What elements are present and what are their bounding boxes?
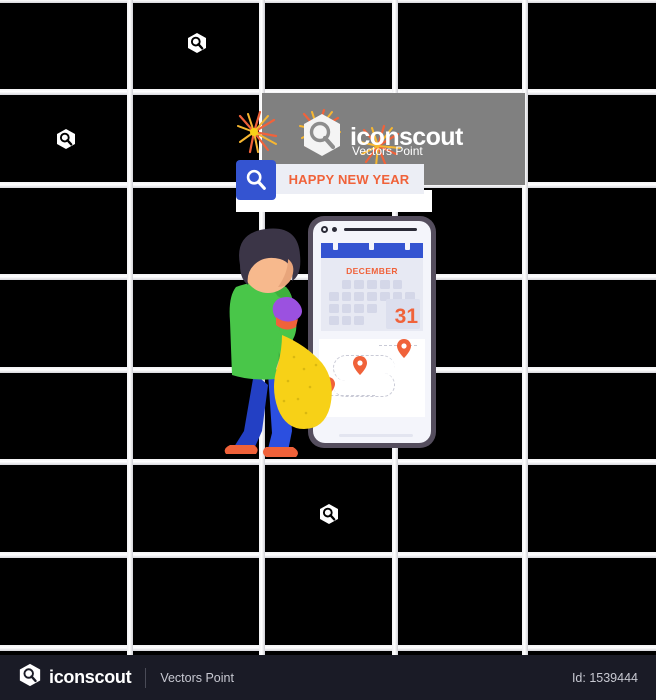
calendar-cell-0-6: [405, 280, 415, 289]
shoe-front: [263, 447, 298, 457]
watermark-logo: iconscout Vectors Point: [300, 113, 463, 162]
map-pin-top-right[interactable]: [397, 339, 411, 358]
calendar-cell-0-0: [329, 280, 339, 289]
happy-new-year-banner[interactable]: HAPPY NEW YEAR: [236, 160, 424, 200]
confetti-burst: [274, 335, 332, 429]
phone-top-bar: [313, 221, 431, 238]
calendar-cell-2-2[interactable]: [354, 304, 365, 313]
camera-small-icon: [332, 227, 337, 232]
watermark-logo-text: iconscout Vectors Point: [350, 125, 463, 158]
footer-brand[interactable]: iconscout: [18, 663, 132, 692]
calendar-cell-3-1[interactable]: [341, 316, 352, 325]
firework-icon-left: [234, 108, 280, 159]
calendar-cell-3-2[interactable]: [354, 316, 365, 325]
calendar-header: [321, 238, 423, 258]
calendar-cell-2-3[interactable]: [367, 304, 377, 313]
calendar-cell-0-5[interactable]: [392, 280, 403, 289]
footer-bar: iconscout Vectors Point Id: 1539444: [0, 655, 656, 700]
artboard: DECEMBER 31 iconscout Vectors Point HAPP…: [0, 0, 656, 655]
calendar-cell-2-1[interactable]: [341, 304, 352, 313]
footer-asset-id: Id: 1539444: [571, 670, 638, 685]
calendar-cell-1-1[interactable]: [341, 292, 352, 301]
leg-back: [234, 373, 268, 449]
watermark-subbrand: Vectors Point: [352, 144, 423, 158]
illustration: DECEMBER 31 iconscout Vectors Point HAPP…: [0, 0, 656, 655]
calendar-cell-0-1[interactable]: [341, 280, 352, 289]
party-popper: [268, 295, 338, 430]
footer-brand-name: iconscout: [49, 667, 132, 687]
calendar-row: [329, 280, 415, 289]
banner-label: HAPPY NEW YEAR: [274, 164, 424, 194]
route-path-lower: [333, 373, 395, 397]
calendar-cell-1-2[interactable]: [354, 292, 365, 301]
calendar-day-number: 31: [394, 305, 418, 328]
footer-divider: [145, 667, 147, 688]
phone-home-indicator: [339, 434, 413, 437]
footer-subbrand: Vectors Point: [160, 670, 234, 685]
iconscout-hex-icon: [300, 113, 344, 162]
shoe-back: [224, 445, 258, 454]
calendar-cell-3-3: [367, 316, 377, 325]
calendar-ring: [369, 238, 374, 250]
search-icon[interactable]: [236, 160, 276, 200]
speaker-bar-icon: [344, 228, 417, 231]
calendar-month-label: DECEMBER: [346, 266, 398, 276]
map-pin-middle[interactable]: [353, 356, 367, 375]
calendar-cell-1-3[interactable]: [367, 292, 377, 301]
calendar-cell-0-2[interactable]: [354, 280, 365, 289]
calendar-ring: [405, 238, 410, 250]
calendar-ring: [333, 238, 338, 250]
iconscout-hex-icon: [18, 663, 42, 692]
calendar-cell-0-4[interactable]: [379, 280, 390, 289]
calendar-cell-0-3[interactable]: [367, 280, 377, 289]
screenshot-root: DECEMBER 31 iconscout Vectors Point HAPP…: [0, 0, 656, 700]
